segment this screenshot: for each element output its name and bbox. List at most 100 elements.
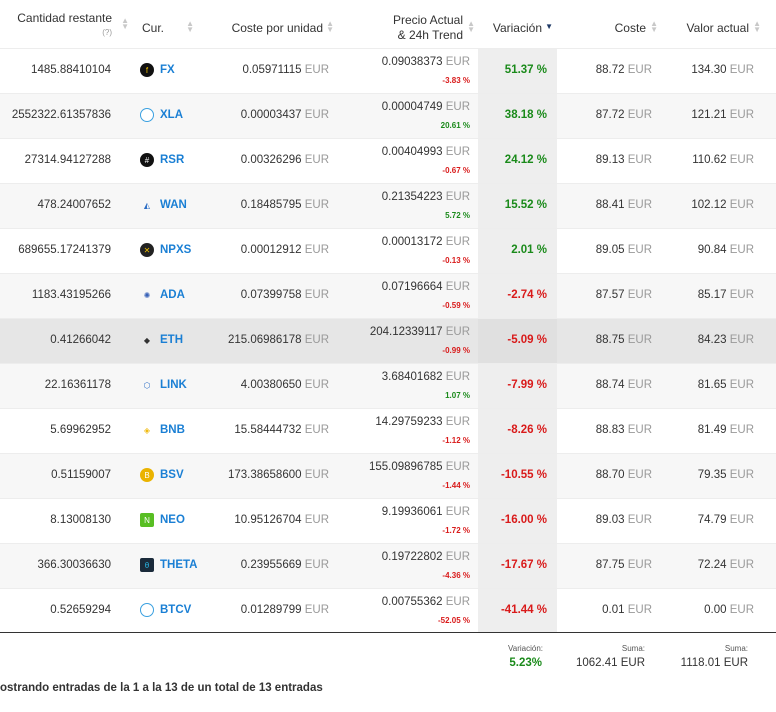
price-cell: 14.29759233 EUR bbox=[375, 416, 470, 428]
header-coste-unidad[interactable]: Coste por unidad ▲ ▼ bbox=[197, 0, 337, 48]
help-hint[interactable]: (?) bbox=[102, 28, 112, 37]
table-row: 689655.17241379 ✕ NPXS 0.00012912 EUR 0.… bbox=[0, 228, 776, 273]
currency-cell[interactable]: f FX bbox=[140, 63, 175, 77]
trend-24h: 20.61 % bbox=[440, 121, 470, 130]
variation-value: -16.00 % bbox=[500, 514, 547, 526]
price-cell: 0.07196664 EUR bbox=[382, 281, 470, 293]
currency-cell[interactable]: θ THETA bbox=[140, 558, 197, 572]
currency-link[interactable]: XLA bbox=[160, 109, 183, 121]
fx-icon: f bbox=[140, 63, 154, 77]
value-cell: 102.12 EUR bbox=[691, 199, 754, 211]
cost-value: 0.01 bbox=[602, 604, 625, 616]
unit-cost-value: 10.95126704 bbox=[234, 514, 302, 526]
current-value: 79.35 bbox=[697, 469, 727, 481]
currency-link[interactable]: RSR bbox=[160, 154, 184, 166]
cost-currency: EUR bbox=[627, 109, 652, 121]
header-variacion[interactable]: Variación ▼ bbox=[478, 0, 557, 48]
trend-24h: 1.07 % bbox=[445, 391, 470, 400]
currency-link[interactable]: THETA bbox=[160, 559, 197, 571]
currency-cell[interactable]: ✺ ADA bbox=[140, 288, 185, 302]
cost-cell: 89.05 EUR bbox=[596, 244, 652, 256]
cost-value: 88.75 bbox=[595, 334, 625, 346]
header-cur[interactable]: Cur. ▲ ▼ bbox=[134, 0, 197, 48]
trend-24h: -0.13 % bbox=[442, 256, 470, 265]
table-row: 478.24007652 ◭ WAN 0.18485795 EUR 0.2135… bbox=[0, 183, 776, 228]
sort-arrows-icon[interactable]: ▲ ▼ bbox=[186, 20, 194, 34]
cost-value: 87.57 bbox=[595, 289, 625, 301]
cost-currency: EUR bbox=[627, 424, 652, 436]
current-value: 110.62 bbox=[692, 154, 727, 166]
value-currency: EUR bbox=[729, 469, 754, 481]
price-value: 9.19936061 bbox=[381, 506, 443, 518]
unit-cost-value: 215.06986178 bbox=[227, 334, 302, 346]
cost-cell: 88.70 EUR bbox=[596, 469, 652, 481]
theta-icon: θ bbox=[140, 558, 154, 572]
currency-link[interactable]: ADA bbox=[160, 289, 185, 301]
currency-cell[interactable]: # RSR bbox=[140, 153, 184, 167]
sort-arrows-icon[interactable]: ▲ ▼ bbox=[650, 20, 658, 34]
header-cantidad[interactable]: Cantidad restante (?) ▲ ▼ bbox=[0, 0, 134, 48]
currency-cell[interactable]: ◭ WAN bbox=[140, 198, 187, 212]
variation-value: 15.52 % bbox=[504, 199, 547, 211]
trend-24h: -52.05 % bbox=[437, 616, 470, 625]
currency-link[interactable]: NPXS bbox=[160, 244, 191, 256]
unit-cost-value: 15.58444732 bbox=[234, 424, 302, 436]
price-currency: EUR bbox=[445, 56, 470, 68]
table-row: 22.16361178 ⬡ LINK 4.00380650 EUR 3.6840… bbox=[0, 363, 776, 408]
currency-cell[interactable]: N NEO bbox=[140, 513, 185, 527]
cost-value: 88.70 bbox=[595, 469, 625, 481]
currency-cell[interactable]: B BSV bbox=[140, 468, 184, 482]
qty-cell: 0.51159007 bbox=[51, 469, 111, 481]
value-cell: 85.17 EUR bbox=[698, 289, 754, 301]
currency-link[interactable]: BTCV bbox=[160, 604, 191, 616]
cost-value: 89.05 bbox=[595, 244, 625, 256]
variation-value: 51.37 % bbox=[504, 64, 547, 76]
qty-cell: 5.69962952 bbox=[50, 424, 111, 436]
price-currency: EUR bbox=[445, 551, 470, 563]
sort-desc-icon[interactable]: ▼ bbox=[545, 23, 553, 31]
currency-cell[interactable]: BTCV bbox=[140, 603, 191, 617]
value-currency: EUR bbox=[729, 559, 754, 571]
cost-value: 88.41 bbox=[595, 199, 625, 211]
header-valor[interactable]: Valor actual ▲ ▼ bbox=[661, 0, 776, 48]
currency-link[interactable]: BSV bbox=[160, 469, 184, 481]
table-row: 8.13008130 N NEO 10.95126704 EUR 9.19936… bbox=[0, 498, 776, 543]
currency-cell[interactable]: ◆ ETH bbox=[140, 333, 183, 347]
currency-cell[interactable]: ✕ NPXS bbox=[140, 243, 191, 257]
price-value: 0.19722802 bbox=[381, 551, 443, 563]
price-value: 14.29759233 bbox=[375, 416, 443, 428]
currency-link[interactable]: FX bbox=[160, 64, 175, 76]
currency-cell[interactable]: XLA bbox=[140, 108, 183, 122]
sort-arrows-icon[interactable]: ▲ ▼ bbox=[753, 20, 761, 34]
trend-24h: -1.12 % bbox=[442, 436, 470, 445]
price-currency: EUR bbox=[445, 236, 470, 248]
currency-cell[interactable]: ⬡ LINK bbox=[140, 378, 187, 392]
price-cell: 0.00404993 EUR bbox=[382, 146, 470, 158]
currency-link[interactable]: LINK bbox=[160, 379, 187, 391]
sort-arrows-icon[interactable]: ▲ ▼ bbox=[326, 20, 334, 34]
qty-cell: 478.24007652 bbox=[37, 199, 111, 211]
currency-link[interactable]: ETH bbox=[160, 334, 183, 346]
current-value: 85.17 bbox=[697, 289, 727, 301]
currency-link[interactable]: WAN bbox=[160, 199, 187, 211]
value-cell: 81.65 EUR bbox=[698, 379, 754, 391]
variation-value: -7.99 % bbox=[507, 379, 547, 391]
cost-currency: EUR bbox=[627, 64, 652, 76]
sort-arrows-icon[interactable]: ▲ ▼ bbox=[121, 17, 129, 31]
currency-cell[interactable]: ◈ BNB bbox=[140, 423, 185, 437]
value-currency: EUR bbox=[729, 199, 754, 211]
value-cell: 84.23 EUR bbox=[698, 334, 754, 346]
price-cell: 0.00755362 EUR bbox=[382, 596, 470, 608]
header-precio[interactable]: Precio Actual & 24h Trend ▲ ▼ bbox=[337, 0, 478, 48]
currency-link[interactable]: NEO bbox=[160, 514, 185, 526]
qty-cell: 1485.88410104 bbox=[31, 64, 111, 76]
cost-value: 89.03 bbox=[595, 514, 625, 526]
currency-link[interactable]: BNB bbox=[160, 424, 185, 436]
table-row: 2552322.61357836 XLA 0.00003437 EUR 0.00… bbox=[0, 93, 776, 138]
sort-arrows-icon[interactable]: ▲ ▼ bbox=[467, 20, 475, 34]
current-value: 134.30 bbox=[691, 64, 727, 76]
price-currency: EUR bbox=[445, 461, 470, 473]
header-coste[interactable]: Coste ▲ ▼ bbox=[557, 0, 661, 48]
value-cell: 0.00 EUR bbox=[704, 604, 754, 616]
table-info: ostrando entradas de la 1 a la 13 de un … bbox=[0, 682, 323, 694]
